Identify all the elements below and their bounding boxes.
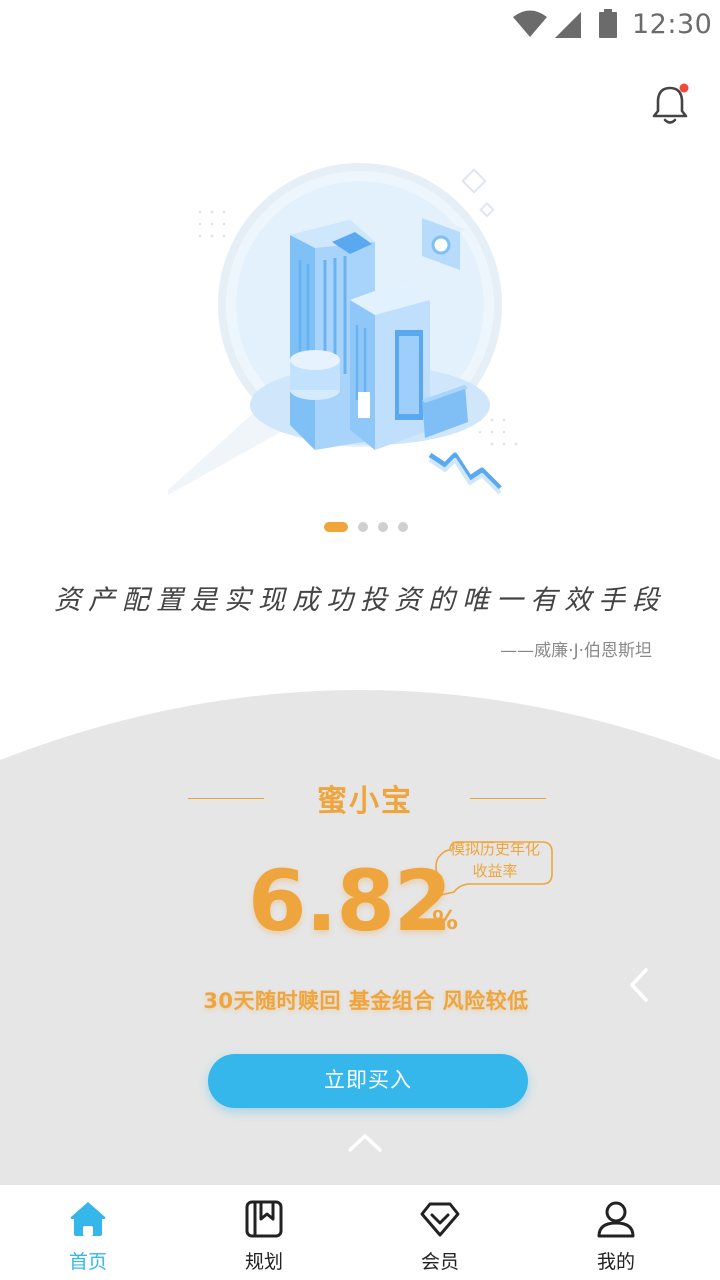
product-name: 蜜小宝	[317, 784, 413, 819]
tab-home[interactable]: 首页	[0, 1185, 176, 1280]
home-icon	[70, 1202, 106, 1236]
buy-now-button[interactable]: 立即买入	[208, 1054, 528, 1108]
pager-dot[interactable]	[378, 522, 388, 532]
pager-dot[interactable]	[398, 522, 408, 532]
pager-dot[interactable]	[358, 522, 368, 532]
book-icon	[245, 1200, 283, 1238]
carousel-pager	[324, 521, 418, 533]
quote-text: 资产配置是实现成功投资的唯一有效手段	[54, 585, 666, 616]
signal-icon	[555, 12, 581, 38]
rate-unit: %	[432, 906, 459, 936]
annualized-rate: 6.82	[248, 852, 452, 950]
product-features: 30天随时赎回 基金组合 风险较低	[203, 989, 529, 1013]
bottom-tab-bar: 首页 规划 会员 我的	[0, 1184, 720, 1280]
tab-plan[interactable]: 规划	[176, 1185, 352, 1280]
diamond-icon	[420, 1202, 460, 1237]
chevron-left-icon[interactable]	[624, 966, 654, 1004]
rate-label: 模拟历史年化 收益率	[449, 840, 540, 880]
notification-bell-icon[interactable]	[648, 82, 694, 128]
battery-icon	[599, 9, 617, 38]
status-bar: 12:30	[0, 0, 720, 52]
status-time: 12:30	[632, 9, 713, 40]
wifi-icon	[513, 10, 547, 37]
hero-illustration	[168, 163, 518, 495]
tab-mine[interactable]: 我的	[528, 1185, 704, 1280]
chevron-up-icon[interactable]	[346, 1130, 384, 1156]
user-icon	[597, 1201, 635, 1238]
quote-author: ——威廉·J·伯恩斯坦	[500, 641, 652, 661]
tab-member[interactable]: 会员	[352, 1185, 528, 1280]
pager-dot-active[interactable]	[324, 522, 348, 532]
